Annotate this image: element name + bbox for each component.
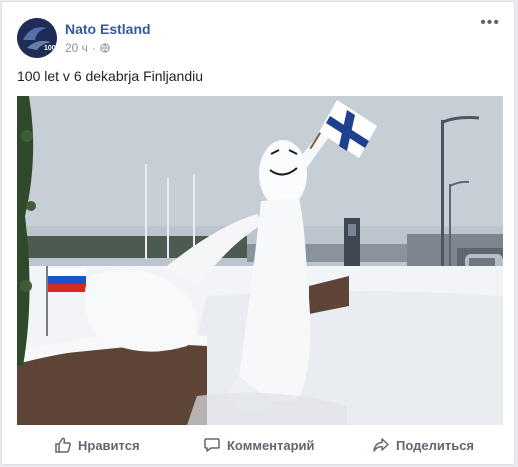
post-timestamp[interactable]: 20 ч (65, 41, 88, 55)
share-label: Поделиться (396, 437, 475, 453)
snowman-photo-image (17, 96, 503, 425)
like-button[interactable]: Нравится (54, 430, 140, 460)
post-text: 100 let v 6 dekabrja Finljandiu (17, 68, 204, 84)
post-meta: 20 ч · (65, 41, 110, 55)
page-name-link[interactable]: Nato Estland (65, 21, 151, 37)
page-avatar[interactable]: 100 (17, 18, 57, 58)
avatar-label: 100 (44, 45, 56, 52)
globe-icon[interactable] (100, 43, 110, 53)
avatar-logo-icon: 100 (17, 18, 57, 58)
like-label: Нравится (78, 437, 140, 453)
share-button[interactable]: Поделиться (372, 430, 474, 460)
post-card: 100 Nato Estland 20 ч · ••• 100 let v 6 … (1, 1, 515, 465)
more-options-icon[interactable]: ••• (480, 15, 500, 31)
post-photo[interactable] (17, 96, 503, 425)
comment-label: Комментарий (227, 437, 315, 453)
meta-separator: · (91, 41, 96, 55)
share-arrow-icon (373, 438, 389, 452)
comment-icon (204, 438, 220, 452)
thumbs-up-icon (55, 437, 71, 453)
post-actions-bar: Нравится Комментарий Поделиться (2, 430, 514, 460)
comment-button[interactable]: Комментарий (203, 430, 315, 460)
